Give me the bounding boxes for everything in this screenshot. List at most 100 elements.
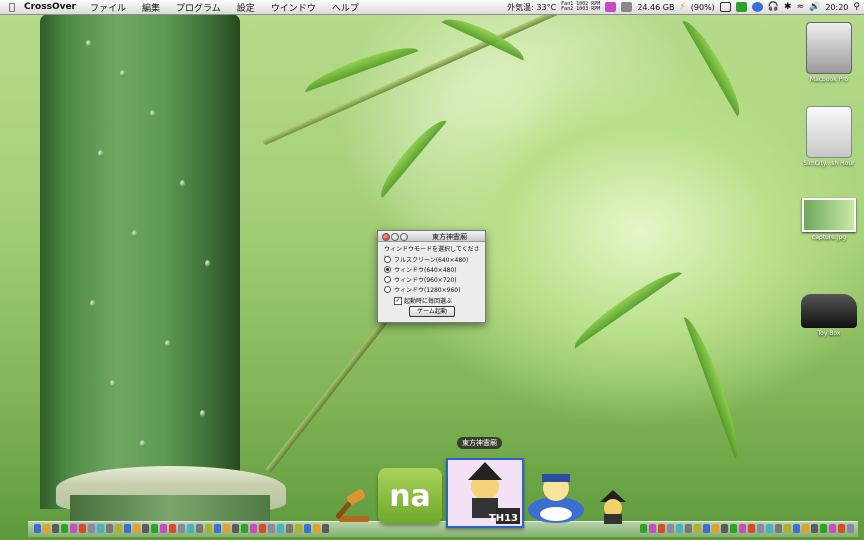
menu-extra-icon[interactable] — [605, 2, 617, 12]
minimize-button[interactable] — [391, 233, 399, 241]
dock-app-icon[interactable] — [79, 524, 86, 533]
dock-app-icon[interactable] — [88, 524, 95, 533]
disk-free-status[interactable]: 24.46 GB — [637, 3, 674, 12]
dock-app-icon[interactable] — [133, 524, 140, 533]
dock-app-icon[interactable] — [640, 524, 647, 533]
start-game-button[interactable]: ゲーム起動 — [409, 306, 455, 317]
marisa-icon[interactable] — [592, 490, 634, 524]
radio-window-1280[interactable]: ウィンドウ(1280×960) — [384, 285, 460, 294]
dock-app-icon[interactable] — [223, 524, 230, 533]
menu-help[interactable]: ヘルプ — [332, 1, 359, 14]
dock-app-icon[interactable] — [829, 524, 836, 533]
alice-icon[interactable] — [524, 466, 588, 524]
menu-settings[interactable]: 設定 — [237, 1, 255, 14]
dock-app-icon[interactable] — [106, 524, 113, 533]
dock-app-icon[interactable] — [775, 524, 782, 533]
dock-app-icon[interactable] — [205, 524, 212, 533]
radio-button[interactable] — [384, 266, 391, 273]
menu-file[interactable]: ファイル — [90, 1, 126, 14]
dialog-titlebar[interactable]: 東方神霊廟 — [378, 231, 485, 242]
dock-app-icon[interactable] — [802, 524, 809, 533]
menu-edit[interactable]: 編集 — [142, 1, 160, 14]
temperature-status[interactable]: 外気温: 33°C — [507, 2, 556, 13]
dock-app-icon[interactable] — [277, 524, 284, 533]
dock-app-icon[interactable] — [196, 524, 203, 533]
dock-app-icon[interactable] — [748, 524, 755, 533]
gavel-icon[interactable] — [333, 488, 373, 524]
dock-app-icon[interactable] — [730, 524, 737, 533]
dock-app-icon[interactable] — [820, 524, 827, 533]
spotlight-icon[interactable]: ⚲ — [853, 2, 860, 12]
dock-app-icon[interactable] — [178, 524, 185, 533]
radio-button[interactable] — [384, 276, 391, 283]
dock-app-icon[interactable] — [70, 524, 77, 533]
dock-app-icon[interactable] — [838, 524, 845, 533]
dock-app-icon[interactable] — [847, 524, 854, 533]
dock-app-icon[interactable] — [34, 524, 41, 533]
dock-app-icon[interactable] — [703, 524, 710, 533]
menu-program[interactable]: プログラム — [176, 1, 221, 14]
dock-app-icon[interactable] — [811, 524, 818, 533]
dock-app-icon[interactable] — [169, 524, 176, 533]
dock-app-icon[interactable] — [784, 524, 791, 533]
dock-app-icon[interactable] — [322, 524, 329, 533]
dock-app-icon[interactable] — [160, 524, 167, 533]
checkbox[interactable]: ✓ — [394, 296, 402, 305]
radio-window-640[interactable]: ウィンドウ(640×480) — [384, 265, 457, 274]
sync-icon[interactable] — [751, 2, 763, 12]
radio-button[interactable] — [384, 256, 391, 263]
dock-app-icon[interactable] — [214, 524, 221, 533]
dock-app-icon[interactable] — [43, 524, 50, 533]
headphones-icon[interactable]: 🎧 — [768, 2, 779, 12]
radio-button[interactable] — [384, 286, 391, 293]
wifi-icon[interactable]: ≈ — [797, 2, 805, 12]
dock-app-icon[interactable] — [766, 524, 773, 533]
dock-app-icon[interactable] — [286, 524, 293, 533]
dock-app-icon[interactable] — [676, 524, 683, 533]
dock-app-icon[interactable] — [712, 524, 719, 533]
screen-icon[interactable] — [719, 2, 731, 12]
dock-app-icon[interactable] — [757, 524, 764, 533]
dock-app-icon[interactable] — [97, 524, 104, 533]
dock-app-icon[interactable] — [649, 524, 656, 533]
dock-app-icon[interactable] — [61, 524, 68, 533]
dock-app-icon[interactable] — [295, 524, 302, 533]
th13-game-icon[interactable]: TH13 — [446, 458, 524, 528]
dock-app-icon[interactable] — [259, 524, 266, 533]
fan-status[interactable]: Fan1 1002 RPM Fan2 1003 RPM — [561, 2, 600, 12]
dock-app-icon[interactable] — [151, 524, 158, 533]
close-button[interactable] — [382, 233, 390, 241]
desktop-icon-simcity[interactable]: SimCity...sh Hour — [794, 106, 864, 167]
clock[interactable]: 20:20 — [825, 3, 848, 12]
dock-app-icon[interactable] — [739, 524, 746, 533]
battery-status[interactable]: (90%) — [691, 3, 715, 12]
volume-icon[interactable]: 🔊 — [809, 2, 820, 12]
dock-app-icon[interactable] — [232, 524, 239, 533]
dock-app-icon[interactable] — [250, 524, 257, 533]
dock-app-icon[interactable] — [793, 524, 800, 533]
menu-window[interactable]: ウインドウ — [271, 1, 316, 14]
app-menu[interactable]: CrossOver — [24, 2, 76, 12]
desktop-icon-capture[interactable]: capture.jpg — [794, 198, 864, 241]
desktop-icon-toybox[interactable]: Toy Box — [794, 294, 864, 337]
ask-every-time-checkbox-row[interactable]: ✓ 起動時に毎回選ぶ — [394, 296, 452, 305]
app-status-icon[interactable] — [735, 2, 747, 12]
dock-app-icon[interactable] — [241, 524, 248, 533]
dock-app-icon[interactable] — [694, 524, 701, 533]
dock-app-icon[interactable] — [667, 524, 674, 533]
dock-app-icon[interactable] — [187, 524, 194, 533]
dock-app-icon[interactable] — [52, 524, 59, 533]
dock-app-icon[interactable] — [124, 524, 131, 533]
radio-window-960[interactable]: ウィンドウ(960×720) — [384, 275, 457, 284]
dock-app-icon[interactable] — [685, 524, 692, 533]
zoom-button[interactable] — [400, 233, 408, 241]
desktop-icon-macbook-pro[interactable]: Macbook Pro — [794, 22, 864, 83]
radio-fullscreen[interactable]: フルスクリーン(640×480) — [384, 255, 468, 264]
dock-app-icon[interactable] — [268, 524, 275, 533]
na-app-icon[interactable]: na — [378, 468, 442, 524]
bluetooth-icon[interactable]: ✱ — [784, 2, 792, 12]
dock-app-icon[interactable] — [658, 524, 665, 533]
apple-icon[interactable]:  — [0, 2, 24, 13]
dock-app-icon[interactable] — [721, 524, 728, 533]
dock-app-icon[interactable] — [142, 524, 149, 533]
